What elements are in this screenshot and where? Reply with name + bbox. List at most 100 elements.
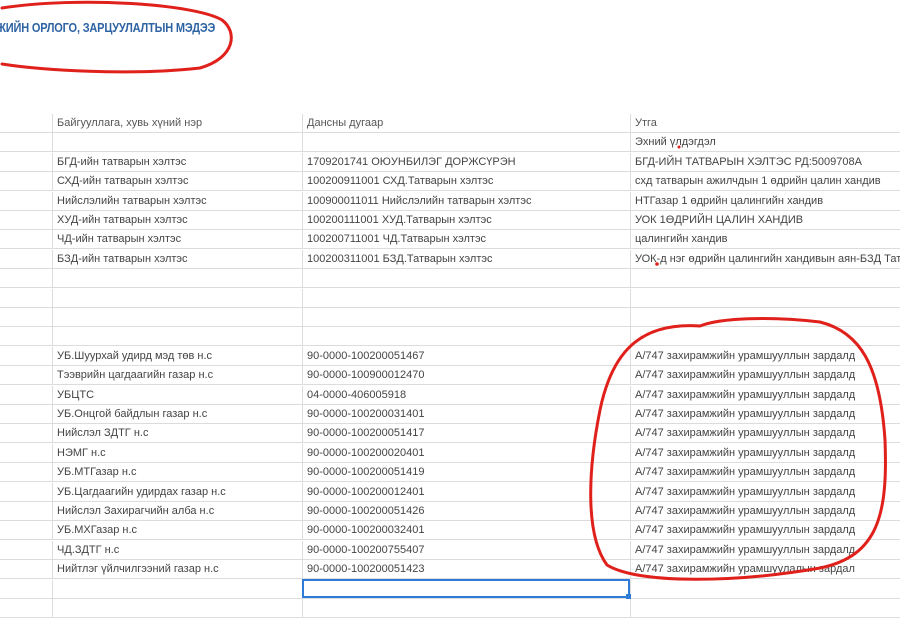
cell-index[interactable] xyxy=(0,346,53,366)
header-cell-description[interactable]: Утга xyxy=(631,114,900,133)
cell-organization-name[interactable]: НЭМГ н.с xyxy=(53,443,303,463)
cell-account-number[interactable] xyxy=(303,288,631,308)
cell-description[interactable]: НТГазар 1 өдрийн цалингийн хандив xyxy=(631,192,900,211)
cell-index[interactable] xyxy=(0,599,53,618)
cell-description[interactable]: А/747 захирамжийн урамшууллын зардалд xyxy=(631,405,900,424)
cell-description[interactable]: А/747 захирамжийн урамшууллын зардалд xyxy=(631,347,900,366)
cell-description[interactable]: А/747 захирамжийн урамшууллын зардалд xyxy=(631,483,900,502)
cell-organization-name[interactable] xyxy=(53,327,303,347)
cell-account-number[interactable]: 90-0000-100200020401 xyxy=(303,443,631,463)
cell-index[interactable] xyxy=(0,502,53,521)
cell-index[interactable] xyxy=(0,211,53,230)
cell-description[interactable]: А/747 захирамжийн урамшууллын зардалд xyxy=(631,366,900,386)
cell-description[interactable]: А/747 захирамжийн урамшууллын зардалд xyxy=(631,444,900,463)
cell-account-number[interactable]: 90-0000-100200051417 xyxy=(303,424,631,444)
header-cell-name[interactable]: Байгууллага, хувь хүний нэр xyxy=(53,114,303,133)
selected-cell[interactable] xyxy=(302,579,630,598)
cell-organization-name[interactable]: УБ.МХГазар н.с xyxy=(53,521,303,541)
cell-description[interactable] xyxy=(631,289,900,308)
cell-description[interactable] xyxy=(631,327,900,347)
cell-description[interactable] xyxy=(631,269,900,289)
cell-organization-name[interactable]: БГД-ийн татварын хэлтэс xyxy=(53,152,303,172)
cell-index[interactable] xyxy=(0,133,53,153)
cell-index[interactable] xyxy=(0,579,53,599)
cell-organization-name[interactable] xyxy=(53,133,303,153)
cell-description[interactable] xyxy=(631,308,900,327)
cell-account-number[interactable] xyxy=(303,327,631,347)
cell-index[interactable] xyxy=(0,191,53,211)
cell-account-number[interactable]: 1709201741 ОЮУНБИЛЭГ ДОРЖСҮРЭН xyxy=(303,152,631,172)
cell-description[interactable]: А/747 захирамжийн урамшууллын зардалд xyxy=(631,386,900,405)
cell-organization-name[interactable]: БЗД-ийн татварын хэлтэс xyxy=(53,249,303,269)
cell-index[interactable] xyxy=(0,152,53,172)
cell-organization-name[interactable]: ЧД.ЗДТГ н.с xyxy=(53,540,303,560)
cell-description[interactable]: УОК-д нэг өдрийн цалингийн хандивын аян-… xyxy=(631,250,900,269)
cell-description[interactable]: схд татварын ажилчдын 1 өдрийн цалин хан… xyxy=(631,172,900,192)
cell-description[interactable]: цалингийн хандив xyxy=(631,230,900,250)
cell-description[interactable]: А/747 захирамжийн урамшуулалын зардал xyxy=(631,560,900,580)
cell-index[interactable] xyxy=(0,385,53,405)
cell-account-number[interactable]: 90-0000-100200051419 xyxy=(303,463,631,483)
cell-index[interactable] xyxy=(0,560,53,580)
cell-account-number[interactable] xyxy=(303,269,631,289)
cell-account-number[interactable]: 100200111001 ХУД.Татварын хэлтэс xyxy=(303,211,631,230)
cell-account-number[interactable] xyxy=(303,308,631,327)
cell-account-number[interactable]: 90-0000-100200032401 xyxy=(303,521,631,541)
cell-organization-name[interactable]: ХУД-ийн татварын хэлтэс xyxy=(53,211,303,230)
cell-index[interactable] xyxy=(0,366,53,386)
cell-organization-name[interactable] xyxy=(53,269,303,289)
cell-index[interactable] xyxy=(0,443,53,463)
cell-description[interactable]: УОК 1ӨДРИЙН ЦАЛИН ХАНДИВ xyxy=(631,211,900,230)
cell-account-number[interactable]: 90-0000-100200051467 xyxy=(303,346,631,366)
cell-account-number[interactable]: 90-0000-100200755407 xyxy=(303,540,631,560)
cell-description[interactable]: А/747 захирамжийн урамшууллын зардалд xyxy=(631,541,900,560)
cell-index[interactable] xyxy=(0,249,53,269)
cell-description[interactable] xyxy=(631,599,900,618)
cell-index[interactable] xyxy=(0,424,53,444)
cell-organization-name[interactable]: Нийслэл Захирагчийн алба н.с xyxy=(53,502,303,521)
cell-account-number[interactable]: 90-0000-100200031401 xyxy=(303,405,631,424)
cell-index[interactable] xyxy=(0,540,53,560)
cell-description[interactable]: А/747 захирамжийн урамшууллын зардалд xyxy=(631,502,900,521)
cell-organization-name[interactable]: УБЦТС xyxy=(53,385,303,405)
cell-organization-name[interactable] xyxy=(53,288,303,308)
cell-account-number[interactable] xyxy=(303,599,631,618)
cell-organization-name[interactable]: УБ.Цагдаагийн удирдах газар н.с xyxy=(53,482,303,502)
cell-account-number[interactable]: 90-0000-100200051426 xyxy=(303,502,631,521)
cell-organization-name[interactable]: УБ.МТГазар н.с xyxy=(53,463,303,483)
cell-description[interactable] xyxy=(631,580,900,599)
cell-organization-name[interactable]: Нийслэл ЗДТГ н.с xyxy=(53,424,303,444)
cell-account-number[interactable]: 100200311001 БЗД.Татварын хэлтэс xyxy=(303,249,631,269)
cell-description[interactable]: БГД-ИЙН ТАТВАРЫН ХЭЛТЭС РД:5009708А xyxy=(631,153,900,172)
header-cell-account[interactable]: Дансны дугаар xyxy=(303,114,631,133)
cell-index[interactable] xyxy=(0,327,53,347)
fill-handle[interactable] xyxy=(626,594,631,599)
cell-description[interactable]: А/747 захирамжийн урамшууллын зардалд xyxy=(631,463,900,483)
cell-index[interactable] xyxy=(0,172,53,192)
cell-organization-name[interactable]: Тээврийн цагдаагийн газар н.с xyxy=(53,366,303,386)
cell-organization-name[interactable] xyxy=(53,599,303,618)
header-cell-index[interactable] xyxy=(0,114,53,133)
cell-account-number[interactable]: 100900011011 Нийслэлийн татварын хэлтэс xyxy=(303,191,631,211)
cell-description[interactable]: А/747 захирамжийн урамшууллын зардалд xyxy=(631,521,900,541)
cell-index[interactable] xyxy=(0,230,53,250)
cell-index[interactable] xyxy=(0,308,53,327)
cell-description[interactable]: Эхний үлдэгдэл xyxy=(631,133,900,153)
cell-index[interactable] xyxy=(0,288,53,308)
cell-organization-name[interactable]: УБ.Шуурхай удирд мэд төв н.с xyxy=(53,346,303,366)
cell-account-number[interactable]: 90-0000-100200012401 xyxy=(303,482,631,502)
cell-organization-name[interactable] xyxy=(53,579,303,599)
cell-account-number[interactable]: 90-0000-100200051423 xyxy=(303,560,631,580)
cell-index[interactable] xyxy=(0,521,53,541)
cell-index[interactable] xyxy=(0,405,53,424)
cell-index[interactable] xyxy=(0,463,53,483)
cell-organization-name[interactable]: Нийтлэг үйлчилгээний газар н.с xyxy=(53,560,303,580)
cell-account-number[interactable] xyxy=(303,133,631,153)
cell-organization-name[interactable]: ЧД-ийн татварын хэлтэс xyxy=(53,230,303,250)
cell-index[interactable] xyxy=(0,269,53,289)
cell-organization-name[interactable]: Нийслэлийн татварын хэлтэс xyxy=(53,191,303,211)
cell-account-number[interactable]: 04-0000-406005918 xyxy=(303,385,631,405)
cell-organization-name[interactable]: СХД-ийн татварын хэлтэс xyxy=(53,172,303,192)
cell-index[interactable] xyxy=(0,482,53,502)
cell-account-number[interactable]: 100200711001 ЧД.Татварын хэлтэс xyxy=(303,230,631,250)
